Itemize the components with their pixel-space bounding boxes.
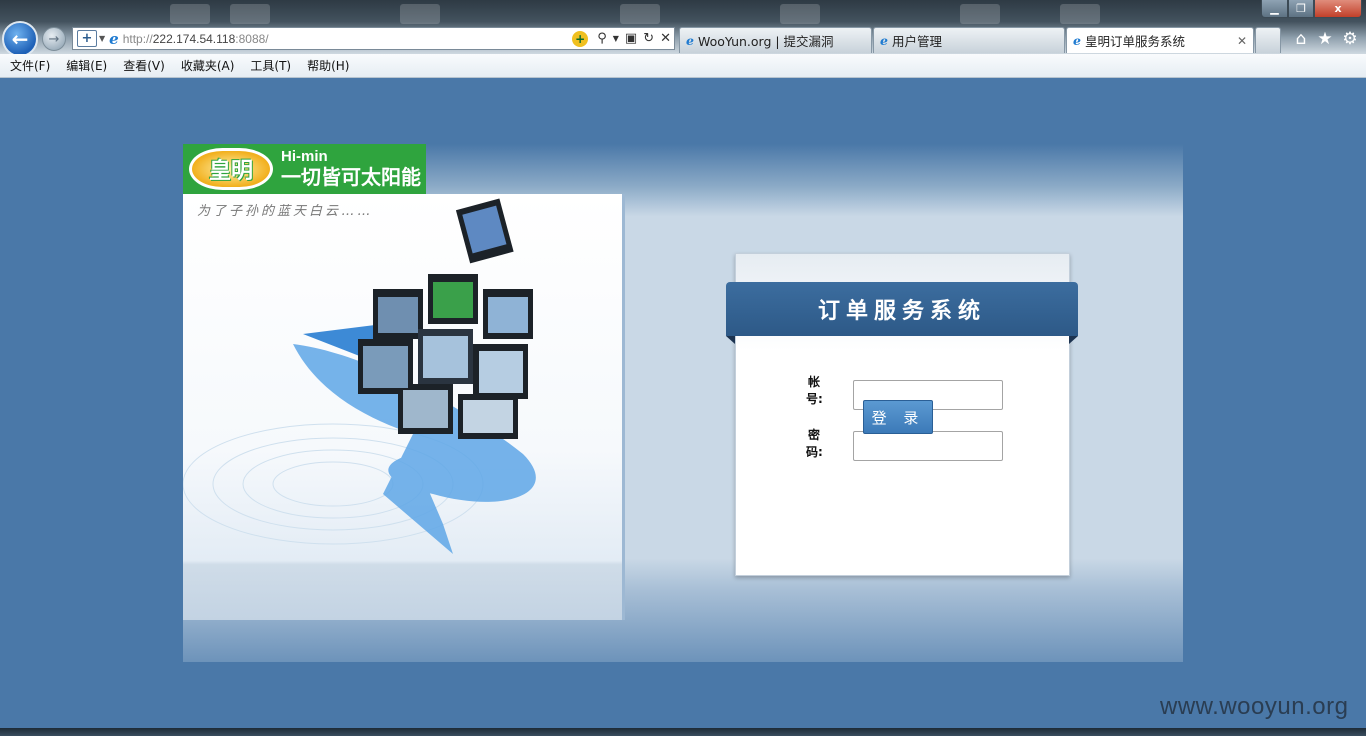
minimize-button[interactable]: ▁: [1261, 0, 1288, 18]
tab-label: 用户管理: [891, 34, 942, 49]
menu-help[interactable]: 帮助(H): [307, 57, 349, 74]
stop-icon[interactable]: ✕: [660, 31, 671, 46]
arrow-right-icon: →: [48, 31, 60, 47]
login-title: 订单服务系统: [726, 282, 1078, 344]
new-tab-button[interactable]: [1255, 27, 1281, 53]
himin-badge-icon: 皇明: [189, 148, 273, 190]
ie-icon: e: [880, 33, 888, 48]
refresh-icon[interactable]: ↻: [643, 31, 654, 46]
hero-image: 为了子孙的蓝天白云……: [183, 194, 622, 620]
dropdown-arrow-icon[interactable]: ▼: [613, 34, 619, 43]
menu-bar: 文件(F) 编辑(E) 查看(V) 收藏夹(A) 工具(T) 帮助(H): [0, 54, 1366, 78]
close-window-button[interactable]: x: [1314, 0, 1362, 18]
home-icon[interactable]: ⌂: [1291, 29, 1311, 49]
cube-arrow-illustration: [183, 198, 536, 554]
arrow-left-icon: ←: [11, 27, 29, 51]
search-icon[interactable]: ⚲: [597, 31, 607, 46]
forward-button[interactable]: →: [42, 27, 66, 51]
menu-favorites[interactable]: 收藏夹(A): [181, 57, 235, 74]
tab-user-management[interactable]: e 用户管理: [873, 27, 1065, 53]
menu-file[interactable]: 文件(F): [10, 57, 50, 74]
add-favorite-icon[interactable]: +: [77, 30, 97, 47]
tab-order-system[interactable]: e 皇明订单服务系统 ✕: [1066, 27, 1254, 53]
menu-edit[interactable]: 编辑(E): [66, 57, 107, 74]
login-button[interactable]: 登 录: [863, 400, 933, 434]
address-bar[interactable]: + ▼ e http://222.174.54.118:8088/ + ⚲ ▼ …: [72, 27, 675, 50]
dropdown-arrow-icon[interactable]: ▼: [99, 34, 105, 43]
compatibility-view-icon[interactable]: +: [572, 30, 589, 47]
windows-taskbar: [0, 728, 1366, 736]
tab-wooyun[interactable]: e WooYun.org | 提交漏洞: [679, 27, 872, 53]
password-input[interactable]: [853, 431, 1003, 461]
brand-slogan-cn: 一切皆可太阳能: [281, 165, 421, 189]
back-button[interactable]: ←: [2, 21, 38, 57]
address-url[interactable]: http://222.174.54.118:8088/: [123, 32, 573, 46]
tab-label: WooYun.org | 提交漏洞: [697, 34, 834, 49]
favorites-star-icon[interactable]: ★: [1315, 29, 1335, 49]
panel-divider: [622, 194, 625, 620]
watermark-text: www.wooyun.org: [1160, 693, 1349, 720]
gear-icon[interactable]: ⚙: [1340, 29, 1360, 49]
ie-icon: e: [686, 33, 694, 48]
brand-logo: 皇明 Hi-min 一切皆可太阳能: [183, 144, 426, 194]
tab-close-icon[interactable]: ✕: [1237, 34, 1247, 48]
ie-icon: e: [109, 29, 119, 48]
password-label: 密码:: [806, 428, 823, 459]
page-background: 皇明 Hi-min 一切皆可太阳能 为了子孙的蓝天白云…… 订单服务系统 帐 号…: [0, 78, 1366, 728]
menu-tools[interactable]: 工具(T): [250, 57, 291, 74]
tab-label: 皇明订单服务系统: [1084, 34, 1185, 49]
brand-name-en: Hi-min: [281, 148, 328, 165]
account-label: 帐号:: [806, 375, 823, 406]
menu-view[interactable]: 查看(V): [123, 57, 165, 74]
maximize-button[interactable]: ❐: [1288, 0, 1314, 18]
compat-page-icon[interactable]: ▣: [625, 31, 637, 46]
ie-icon: e: [1073, 33, 1081, 48]
